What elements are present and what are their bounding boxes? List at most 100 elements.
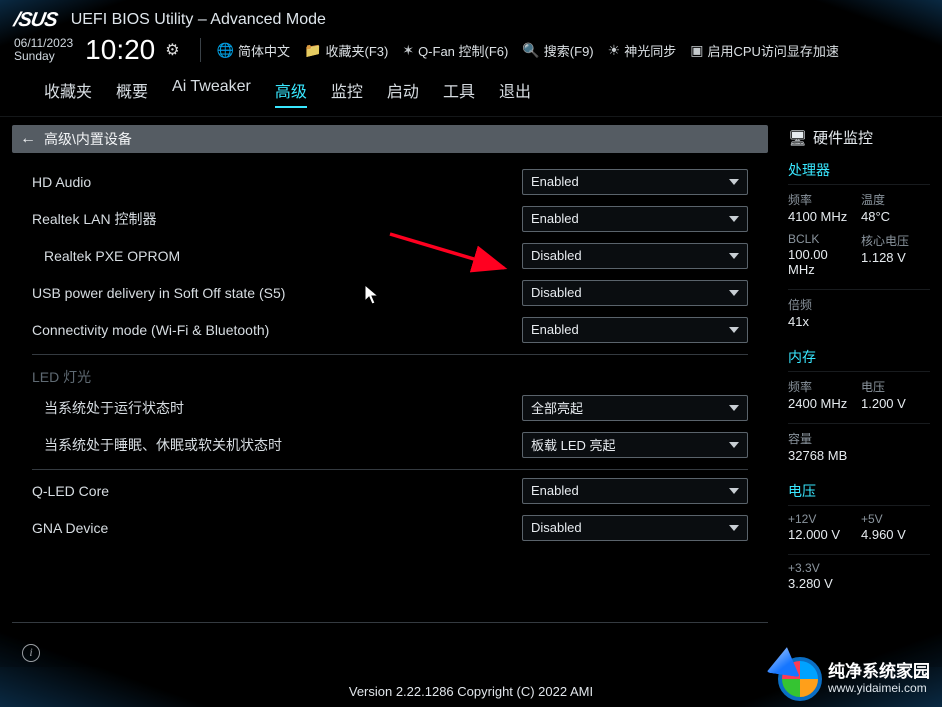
breadcrumb-path: 高级\内置设备 bbox=[44, 129, 132, 149]
select-value: 全部亮起 bbox=[531, 398, 583, 417]
setting-label: GNA Device bbox=[32, 520, 522, 536]
tab-boot[interactable]: 启动 bbox=[387, 78, 419, 108]
toolbar-resize-bar-label: 启用CPU访问显存加速 bbox=[707, 41, 838, 60]
setting-label: Q-LED Core bbox=[32, 483, 522, 499]
setting-gna: GNA Device Disabled bbox=[32, 509, 748, 546]
vcore-label: 核心电压 bbox=[861, 232, 930, 249]
setting-label: USB power delivery in Soft Off state (S5… bbox=[32, 285, 522, 301]
fan-icon: ✶ bbox=[402, 42, 414, 59]
v12-value: 12.000 V bbox=[788, 527, 857, 542]
watermark-logo-icon bbox=[778, 657, 822, 701]
setting-select-realtek-lan[interactable]: Enabled bbox=[522, 206, 748, 232]
separator bbox=[32, 354, 748, 355]
tab-tool[interactable]: 工具 bbox=[443, 78, 475, 108]
tab-exit[interactable]: 退出 bbox=[499, 78, 531, 108]
select-value: Enabled bbox=[531, 483, 579, 498]
select-value: Disabled bbox=[531, 248, 582, 263]
toolbar-search-label: 搜索(F9) bbox=[544, 41, 594, 60]
brand-logo: /SUS bbox=[12, 9, 59, 32]
folder-icon: 📁 bbox=[304, 42, 321, 59]
setting-usb-s5: USB power delivery in Soft Off state (S5… bbox=[32, 274, 748, 311]
setting-label: Connectivity mode (Wi-Fi & Bluetooth) bbox=[32, 322, 522, 338]
back-arrow-icon[interactable]: ← bbox=[20, 130, 36, 148]
chevron-down-icon bbox=[729, 179, 739, 185]
sidebar-section-cpu: 处理器 bbox=[788, 160, 930, 185]
mem-freq-label: 频率 bbox=[788, 378, 857, 395]
select-value: Enabled bbox=[531, 174, 579, 189]
setting-select-led-running[interactable]: 全部亮起 bbox=[522, 395, 748, 421]
ratio-label: 倍频 bbox=[788, 296, 857, 313]
select-value: Disabled bbox=[531, 520, 582, 535]
tab-bar: 收藏夹 概要 Ai Tweaker 高级 监控 启动 工具 退出 bbox=[0, 72, 942, 117]
setting-label: Realtek PXE OPROM bbox=[32, 248, 522, 264]
mem-volt-label: 电压 bbox=[861, 378, 930, 395]
toolbar-favorites-label: 收藏夹(F3) bbox=[325, 41, 388, 60]
toolbar-search[interactable]: 🔍 搜索(F9) bbox=[518, 39, 597, 62]
tab-advanced[interactable]: 高级 bbox=[275, 78, 307, 108]
chevron-down-icon bbox=[729, 253, 739, 259]
hardware-monitor-panel: 🖥 硬件监控 处理器 频率4100 MHz 温度48°C BCLK100.00 … bbox=[776, 117, 942, 682]
cpu-temp-label: 温度 bbox=[861, 191, 930, 208]
setting-hd-audio: HD Audio Enabled bbox=[32, 163, 748, 200]
setting-label: Realtek LAN 控制器 bbox=[32, 209, 522, 229]
setting-select-hd-audio[interactable]: Enabled bbox=[522, 169, 748, 195]
toolbar-qfan[interactable]: ✶ Q-Fan 控制(F6) bbox=[398, 39, 512, 62]
mem-cap-value: 32768 MB bbox=[788, 448, 930, 463]
watermark: 纯净系统家园 www.yidaimei.com bbox=[778, 657, 930, 701]
globe-icon: 🌐 bbox=[217, 42, 234, 59]
select-value: Enabled bbox=[531, 322, 579, 337]
sidebar-title: 🖥 硬件监控 bbox=[788, 127, 930, 148]
setting-select-gna[interactable]: Disabled bbox=[522, 515, 748, 541]
select-value: 板载 LED 亮起 bbox=[531, 435, 616, 454]
v33-label: +3.3V bbox=[788, 561, 857, 575]
setting-select-qled-core[interactable]: Enabled bbox=[522, 478, 748, 504]
mem-cap-label: 容量 bbox=[788, 430, 930, 447]
tab-ai-tweaker[interactable]: Ai Tweaker bbox=[172, 78, 251, 108]
sun-icon: ☀ bbox=[608, 42, 621, 59]
breadcrumb: ← 高级\内置设备 bbox=[12, 125, 768, 153]
sidebar-title-text: 硬件监控 bbox=[813, 127, 873, 148]
sidebar-section-volt: 电压 bbox=[788, 481, 930, 506]
setting-select-usb-s5[interactable]: Disabled bbox=[522, 280, 748, 306]
chevron-down-icon bbox=[729, 442, 739, 448]
setting-pxe-oprom: Realtek PXE OPROM Disabled bbox=[32, 237, 748, 274]
bclk-label: BCLK bbox=[788, 232, 857, 246]
v5-value: 4.960 V bbox=[861, 527, 930, 542]
cpu-temp-value: 48°C bbox=[861, 209, 930, 224]
watermark-title: 纯净系统家园 bbox=[828, 663, 930, 682]
toolbar-aura-sync[interactable]: ☀ 神光同步 bbox=[604, 39, 681, 62]
v33-value: 3.280 V bbox=[788, 576, 857, 591]
v12-label: +12V bbox=[788, 512, 857, 526]
setting-select-connectivity[interactable]: Enabled bbox=[522, 317, 748, 343]
chevron-down-icon bbox=[729, 525, 739, 531]
toolbar-resize-bar[interactable]: ▣ 启用CPU访问显存加速 bbox=[686, 39, 843, 62]
tab-favorites[interactable]: 收藏夹 bbox=[44, 78, 92, 108]
search-icon: 🔍 bbox=[522, 42, 539, 59]
day-of-week: Sunday bbox=[14, 50, 73, 63]
watermark-url: www.yidaimei.com bbox=[828, 682, 930, 695]
setting-label: HD Audio bbox=[32, 174, 522, 190]
bclk-value: 100.00 MHz bbox=[788, 247, 857, 277]
clock-time: 10:20 bbox=[85, 34, 155, 66]
chevron-down-icon bbox=[729, 290, 739, 296]
divider bbox=[200, 38, 201, 62]
settings-list: HD Audio Enabled Realtek LAN 控制器 Enabled… bbox=[12, 153, 768, 546]
tab-summary[interactable]: 概要 bbox=[116, 78, 148, 108]
mem-freq-value: 2400 MHz bbox=[788, 396, 857, 411]
setting-led-running: 当系统处于运行状态时 全部亮起 bbox=[32, 389, 748, 426]
setting-label: 当系统处于睡眠、休眠或软关机状态时 bbox=[32, 435, 522, 455]
chevron-down-icon bbox=[729, 488, 739, 494]
monitor-icon: 🖥 bbox=[788, 129, 807, 147]
toolbar: 06/11/2023 Sunday 10:20 ⚙ 🌐 简体中文 📁 收藏夹(F… bbox=[0, 34, 942, 72]
gear-icon[interactable]: ⚙ bbox=[165, 40, 179, 60]
setting-select-pxe-oprom[interactable]: Disabled bbox=[522, 243, 748, 269]
app-title: UEFI BIOS Utility – Advanced Mode bbox=[71, 11, 326, 29]
toolbar-language[interactable]: 🌐 简体中文 bbox=[213, 39, 294, 62]
chevron-down-icon bbox=[729, 327, 739, 333]
v5-label: +5V bbox=[861, 512, 930, 526]
toolbar-favorites[interactable]: 📁 收藏夹(F3) bbox=[300, 39, 392, 62]
setting-label: 当系统处于运行状态时 bbox=[32, 398, 522, 418]
tab-monitor[interactable]: 监控 bbox=[331, 78, 363, 108]
vcore-value: 1.128 V bbox=[861, 250, 930, 265]
setting-select-led-sleep[interactable]: 板载 LED 亮起 bbox=[522, 432, 748, 458]
